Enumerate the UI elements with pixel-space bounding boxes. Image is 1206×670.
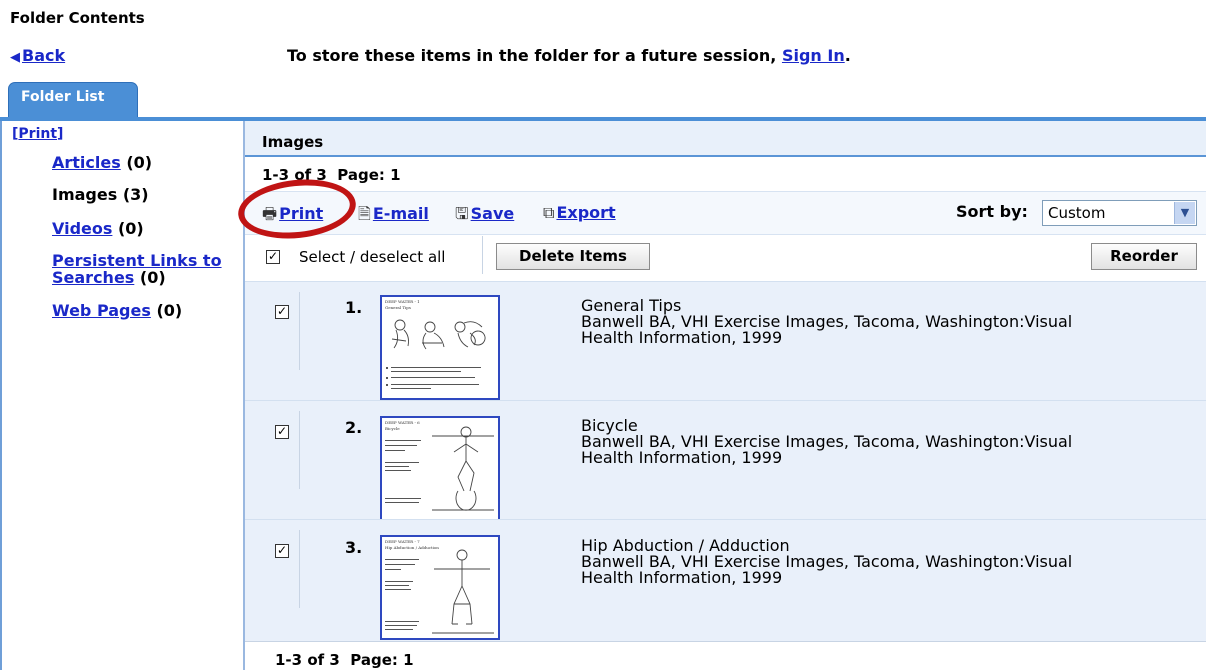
- pager-page: Page: 1: [337, 166, 401, 184]
- item-thumbnail[interactable]: DEEP WATER - 6 Bicycle: [380, 416, 500, 521]
- signin-suffix: .: [844, 46, 851, 65]
- signin-prefix: To store these items in the folder for a…: [287, 46, 777, 65]
- item-checkbox[interactable]: ✓: [275, 425, 289, 439]
- sidebar-item-label[interactable]: Persistent Links to Searches: [52, 251, 222, 287]
- item-thumbnail[interactable]: DEEP WATER - 7 Hip Abduction / Adduction: [380, 535, 500, 640]
- signin-message: To store these items in the folder for a…: [287, 46, 851, 65]
- chevron-down-icon[interactable]: ▼: [1174, 202, 1195, 224]
- export-label[interactable]: Export: [556, 203, 615, 222]
- chevron-left-icon: ◀: [10, 50, 20, 65]
- divider: [482, 236, 483, 274]
- sort-select[interactable]: Custom ▼: [1042, 200, 1197, 226]
- item-thumbnail[interactable]: DEEP WATER - 1 General Tips: [380, 295, 500, 400]
- sidebar-item-label-line2: Searches: [52, 268, 135, 287]
- item-checkbox[interactable]: ✓: [275, 305, 289, 319]
- floppy-disk-icon: 🖫: [455, 204, 469, 223]
- exercise-illustration: [385, 549, 494, 634]
- tab-folder-list[interactable]: Folder List: [8, 82, 138, 118]
- section-title: Images: [262, 133, 324, 151]
- divider: [299, 411, 300, 489]
- item-number: 3.: [345, 538, 363, 557]
- item-checkbox[interactable]: ✓: [275, 544, 289, 558]
- sidebar-item-count: (0): [126, 153, 153, 172]
- item-citation-line2: Health Information, 1999: [581, 568, 783, 587]
- email-label[interactable]: E-mail: [373, 204, 429, 223]
- export-button[interactable]: ⧉ Export: [543, 203, 616, 223]
- sign-in-link[interactable]: Sign In: [782, 46, 845, 65]
- email-button[interactable]: 🗎 E-mail: [358, 203, 429, 230]
- sort-value: Custom: [1048, 204, 1106, 222]
- item-number: 2.: [345, 418, 363, 437]
- exercise-illustration: [385, 426, 494, 511]
- sidebar-item-count: (0): [117, 219, 144, 238]
- sidebar-item-videos[interactable]: Videos (0): [52, 220, 144, 237]
- email-icon: 🗎: [358, 204, 371, 223]
- sidebar-item-count: (0): [139, 268, 166, 287]
- sidebar-item-count: (0): [156, 301, 183, 320]
- sidebar-print-link[interactable]: [Print]: [12, 126, 63, 142]
- item-number: 1.: [345, 298, 363, 317]
- page-title: Folder Contents: [10, 9, 145, 27]
- sidebar-item-label[interactable]: Web Pages: [52, 301, 151, 320]
- exercise-illustration: [386, 319, 486, 389]
- sidebar-print-label[interactable]: Print: [18, 126, 57, 142]
- export-icon: ⧉: [543, 203, 555, 222]
- item-citation-line2: Health Information, 1999: [581, 448, 783, 467]
- sidebar-item-label: Images: [52, 185, 118, 204]
- sidebar-item-images: Images (3): [52, 186, 149, 203]
- reorder-button[interactable]: Reorder: [1091, 243, 1197, 270]
- select-all-checkbox[interactable]: ✓: [266, 250, 280, 264]
- sort-label: Sort by:: [956, 202, 1028, 221]
- sidebar-item-persistent-links[interactable]: Persistent Links to Searches (0): [52, 252, 222, 286]
- back-label: Back: [22, 46, 66, 65]
- divider: [245, 641, 1206, 642]
- delete-items-button[interactable]: Delete Items: [496, 243, 650, 270]
- section-header: Images: [245, 121, 1206, 157]
- back-link-anchor[interactable]: ◀ Back: [10, 46, 65, 65]
- item-citation-line2: Health Information, 1999: [581, 328, 783, 347]
- divider: [299, 530, 300, 608]
- sidebar-item-label[interactable]: Videos: [52, 219, 112, 238]
- pager-bottom: 1-3 of 3 Page: 1: [275, 651, 414, 669]
- save-label[interactable]: Save: [471, 204, 515, 223]
- sidebar-item-label[interactable]: Articles: [52, 153, 121, 172]
- sidebar-item-web-pages[interactable]: Web Pages (0): [52, 302, 182, 319]
- sidebar-item-count: (3): [122, 185, 149, 204]
- select-all-label: Select / deselect all: [299, 248, 446, 266]
- pager-page: Page: 1: [350, 651, 414, 669]
- pager-range: 1-3 of 3: [275, 651, 340, 669]
- divider: [299, 292, 300, 370]
- sidebar-item-articles[interactable]: Articles (0): [52, 154, 152, 171]
- back-link[interactable]: ◀ Back: [10, 46, 65, 65]
- save-button[interactable]: 🖫 Save: [455, 203, 514, 230]
